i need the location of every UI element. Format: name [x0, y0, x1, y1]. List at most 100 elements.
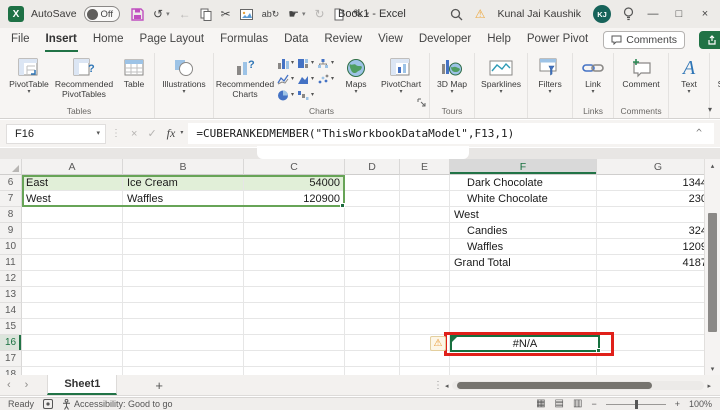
column-header-c[interactable]: C: [244, 159, 345, 175]
cell-a14[interactable]: [22, 303, 123, 319]
area-chart-button[interactable]: ▾: [297, 72, 314, 88]
cell-e8[interactable]: [400, 207, 450, 223]
cell-g7[interactable]: 230: [597, 191, 720, 207]
column-header-d[interactable]: D: [345, 159, 400, 175]
column-header-f[interactable]: F: [450, 159, 597, 175]
row-header-15[interactable]: 15: [0, 319, 22, 335]
cell-g12[interactable]: [597, 271, 720, 287]
table-button[interactable]: Table: [116, 53, 152, 105]
cell-c7[interactable]: 120900: [244, 191, 345, 207]
name-box-dropdown-icon[interactable]: ▾: [96, 130, 100, 137]
tab-review[interactable]: Review: [323, 28, 363, 52]
zoom-slider-thumb[interactable]: [634, 399, 638, 409]
macro-record-icon[interactable]: [43, 399, 54, 409]
name-box[interactable]: F16 ▾: [6, 123, 106, 144]
row-header-6[interactable]: 6: [0, 175, 22, 191]
cell-f8[interactable]: West: [450, 207, 597, 223]
tab-power-pivot[interactable]: Power Pivot: [526, 28, 589, 52]
cell-c18[interactable]: [244, 367, 345, 375]
cell-d13[interactable]: [345, 287, 400, 303]
cell-d15[interactable]: [345, 319, 400, 335]
cell-b7[interactable]: Waffles: [123, 191, 244, 207]
cell-g17[interactable]: [597, 351, 720, 367]
column-header-a[interactable]: A: [22, 159, 123, 175]
cell-c10[interactable]: [244, 239, 345, 255]
cell-f12[interactable]: [450, 271, 597, 287]
cell-f10[interactable]: Waffles: [450, 239, 597, 255]
column-header-b[interactable]: B: [123, 159, 244, 175]
row-header-12[interactable]: 12: [0, 271, 22, 287]
cell-f14[interactable]: [450, 303, 597, 319]
close-button[interactable]: ×: [698, 8, 712, 20]
cell-f6[interactable]: Dark Chocolate: [450, 175, 597, 191]
scroll-down-icon[interactable]: ▾: [705, 365, 720, 373]
picture-icon[interactable]: [239, 8, 253, 20]
cell-b12[interactable]: [123, 271, 244, 287]
formula-input[interactable]: =CUBERANKEDMEMBER("ThisWorkbookDataModel…: [188, 123, 714, 144]
cell-e9[interactable]: [400, 223, 450, 239]
text-button[interactable]: A Text ▾: [671, 53, 707, 105]
cell-a8[interactable]: [22, 207, 123, 223]
zoom-in-icon[interactable]: +: [675, 399, 680, 409]
row-header-17[interactable]: 17: [0, 351, 22, 367]
cell-b11[interactable]: [123, 255, 244, 271]
vertical-scroll-thumb[interactable]: [708, 213, 717, 332]
cell-d17[interactable]: [345, 351, 400, 367]
cell-e15[interactable]: [400, 319, 450, 335]
cell-a12[interactable]: [22, 271, 123, 287]
comments-button[interactable]: Comments: [603, 31, 686, 49]
horizontal-scrollbar[interactable]: ◂ ▸: [445, 379, 711, 392]
cell-f9[interactable]: Candies: [450, 223, 597, 239]
cell-c15[interactable]: [244, 319, 345, 335]
cell-f7[interactable]: White Chocolate: [450, 191, 597, 207]
scatter-chart-button[interactable]: ▾: [317, 72, 334, 88]
new-sheet-button[interactable]: +: [155, 378, 163, 393]
cell-a18[interactable]: [22, 367, 123, 375]
cell-b16[interactable]: [123, 335, 244, 351]
charts-dialog-launcher-icon[interactable]: [417, 94, 426, 107]
pie-chart-button[interactable]: ▾: [277, 88, 294, 104]
tab-view[interactable]: View: [377, 28, 404, 52]
cell-e14[interactable]: [400, 303, 450, 319]
cell-d18[interactable]: [345, 367, 400, 375]
cell-c8[interactable]: [244, 207, 345, 223]
tab-data[interactable]: Data: [283, 28, 309, 52]
touch-mode-dropdown-icon[interactable]: ▾: [302, 10, 306, 18]
tab-formulas[interactable]: Formulas: [219, 28, 269, 52]
error-trace-button[interactable]: ⚠: [430, 336, 446, 351]
cell-g13[interactable]: [597, 287, 720, 303]
column-header-g[interactable]: G: [597, 159, 720, 175]
cell-e10[interactable]: [400, 239, 450, 255]
undo-icon[interactable]: ↺: [153, 7, 163, 21]
row-header-18[interactable]: 18: [0, 367, 22, 375]
cell-c9[interactable]: [244, 223, 345, 239]
undo-dropdown-icon[interactable]: ▾: [166, 10, 170, 18]
line-chart-button[interactable]: ▾: [277, 72, 294, 88]
avatar[interactable]: KJ: [593, 5, 611, 23]
cell-d9[interactable]: [345, 223, 400, 239]
row-header-11[interactable]: 11: [0, 255, 22, 271]
tab-page-layout[interactable]: Page Layout: [139, 28, 206, 52]
filters-button[interactable]: Filters ▾: [530, 53, 570, 105]
active-cell-f16[interactable]: #N/A: [450, 335, 600, 352]
cell-c11[interactable]: [244, 255, 345, 271]
back-icon[interactable]: ←: [179, 7, 191, 21]
cell-b6[interactable]: Ice Cream: [123, 175, 244, 191]
cell-a10[interactable]: [22, 239, 123, 255]
user-name[interactable]: Kunal Jai Kaushik: [498, 8, 581, 20]
cell-b15[interactable]: [123, 319, 244, 335]
row-header-10[interactable]: 10: [0, 239, 22, 255]
cell-e6[interactable]: [400, 175, 450, 191]
column-header-e[interactable]: E: [400, 159, 450, 175]
cell-d8[interactable]: [345, 207, 400, 223]
cell-g15[interactable]: [597, 319, 720, 335]
formula-bar-collapse-icon[interactable]: ^: [689, 123, 706, 144]
normal-view-icon[interactable]: ▦: [536, 399, 545, 409]
cell-d7[interactable]: [345, 191, 400, 207]
3d-map-button[interactable]: 3D Map ▾: [432, 53, 472, 105]
tab-file[interactable]: File: [10, 28, 31, 52]
redo-icon[interactable]: ↻: [315, 7, 325, 21]
fx-dropdown-icon[interactable]: ▾: [180, 130, 183, 136]
cell-c14[interactable]: [244, 303, 345, 319]
cell-a16[interactable]: [22, 335, 123, 351]
